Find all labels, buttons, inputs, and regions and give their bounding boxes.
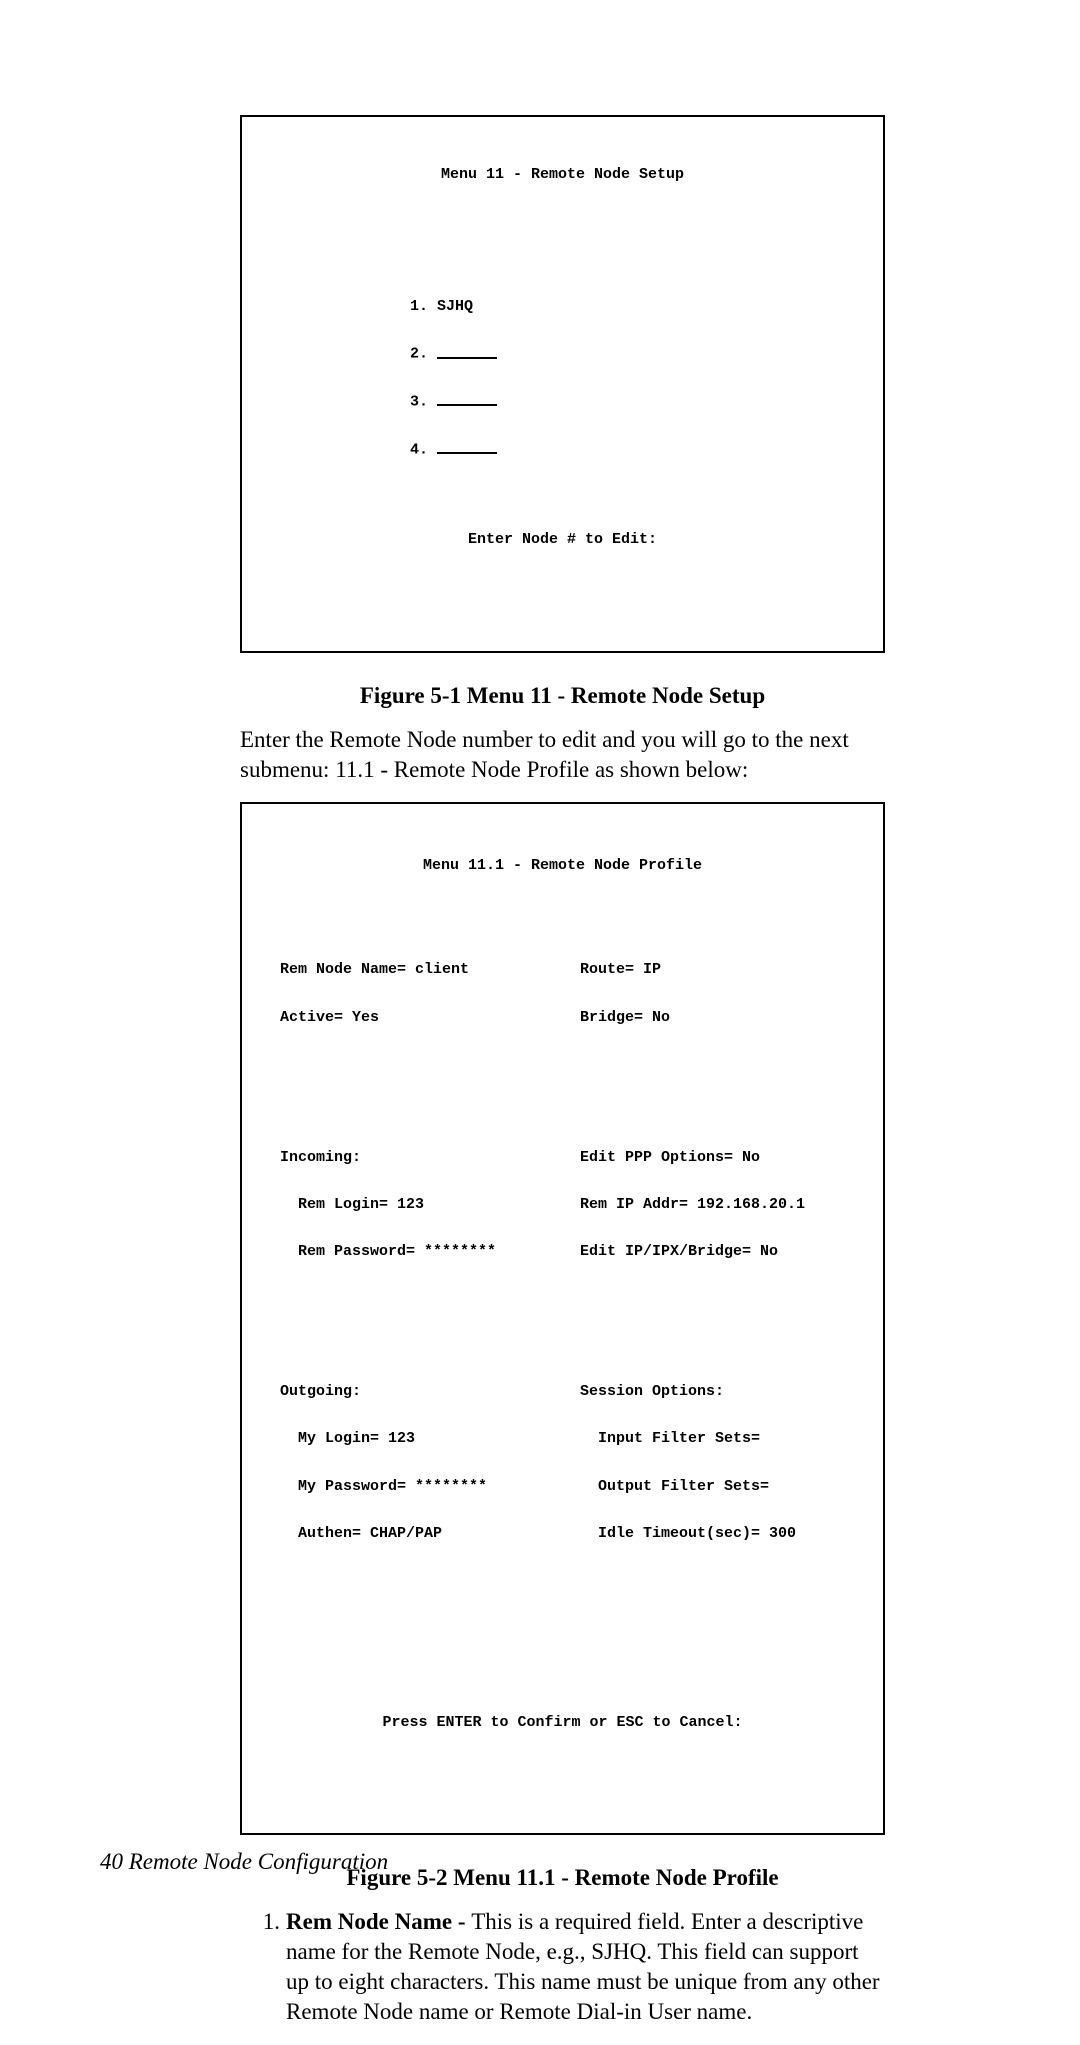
paragraph-1: Enter the Remote Node number to edit and… <box>240 725 885 785</box>
input-filter-sets: Input Filter Sets= <box>580 1431 855 1447</box>
figure-5-2-terminal: Menu 11.1 - Remote Node Profile Rem Node… <box>240 802 885 1835</box>
menu11-node-1: 1. SJHQ <box>410 299 855 315</box>
incoming-header: Incoming: <box>280 1150 580 1166</box>
rem-node-name: Rem Node Name= client <box>280 962 580 978</box>
active: Active= Yes <box>280 1010 580 1026</box>
list-item-1-body: Rem Node Name - This is a required field… <box>286 1907 885 2027</box>
menu11-node-3: 3. <box>410 394 855 410</box>
output-filter-sets: Output Filter Sets= <box>580 1479 855 1495</box>
page: Menu 11 - Remote Node Setup 1. SJHQ 2. 3… <box>0 0 1080 2027</box>
rem-login: Rem Login= 123 <box>280 1197 580 1213</box>
menu11-node-2: 2. <box>410 346 855 362</box>
outgoing-header: Outgoing: <box>280 1384 580 1400</box>
figure-5-1-terminal: Menu 11 - Remote Node Setup 1. SJHQ 2. 3… <box>240 115 885 653</box>
my-login: My Login= 123 <box>280 1431 580 1447</box>
edit-ip-ipx-bridge: Edit IP/IPX/Bridge= No <box>580 1244 855 1260</box>
list-item-1: 1. Rem Node Name - This is a required fi… <box>240 1907 885 2027</box>
list-item-1-number: 1. <box>240 1907 286 2027</box>
menu11-prompt: Enter Node # to Edit: <box>270 532 855 548</box>
page-footer: 40 Remote Node Configuration <box>100 1847 388 1877</box>
my-password: My Password= ******** <box>280 1479 580 1495</box>
menu11-1-title: Menu 11.1 - Remote Node Profile <box>270 854 855 884</box>
list-item-1-label: Rem Node Name - <box>286 1909 471 1934</box>
menu11-node-4: 4. <box>410 442 855 458</box>
bridge: Bridge= No <box>580 1010 855 1026</box>
session-options-header: Session Options: <box>580 1384 855 1400</box>
idle-timeout: Idle Timeout(sec)= 300 <box>580 1526 855 1542</box>
rem-ip-addr: Rem IP Addr= 192.168.20.1 <box>580 1197 855 1213</box>
figure-5-1-caption: Figure 5-1 Menu 11 - Remote Node Setup <box>240 681 885 711</box>
menu11-title: Menu 11 - Remote Node Setup <box>270 167 855 183</box>
route: Route= IP <box>580 962 855 978</box>
authen: Authen= CHAP/PAP <box>280 1526 580 1542</box>
confirm-prompt: Press ENTER to Confirm or ESC to Cancel: <box>270 1715 855 1731</box>
edit-ppp-options: Edit PPP Options= No <box>580 1150 855 1166</box>
rem-password: Rem Password= ******** <box>280 1244 580 1260</box>
